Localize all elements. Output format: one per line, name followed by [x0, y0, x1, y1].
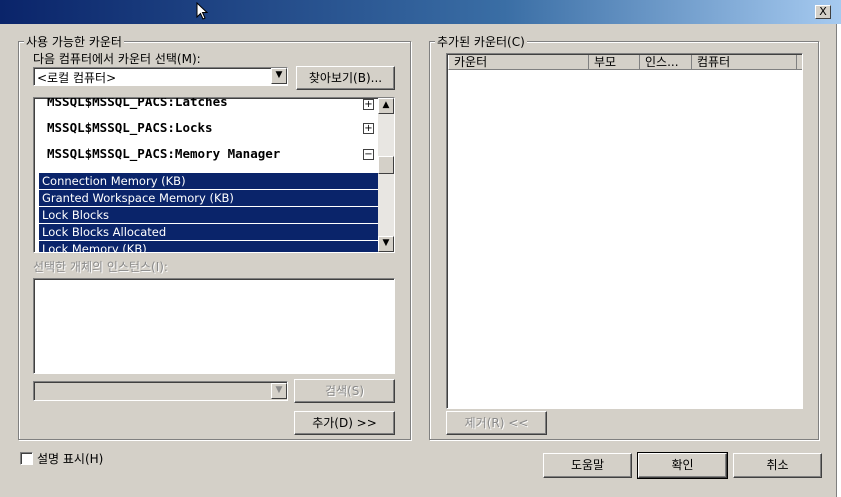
chevron-down-icon[interactable]: ▼	[271, 68, 287, 84]
cancel-button[interactable]: 취소	[733, 453, 822, 478]
collapse-icon[interactable]: −	[363, 149, 374, 160]
counter-list[interactable]: MSSQL$MSSQL_PACS:Latches + MSSQL$MSSQL_P…	[33, 97, 395, 253]
remove-button[interactable]: 제거(R) <<	[446, 411, 547, 435]
help-button[interactable]: 도움말	[543, 453, 632, 478]
counter-item[interactable]: Lock Blocks	[39, 207, 378, 223]
expand-icon[interactable]: +	[363, 99, 374, 110]
column-header-parent[interactable]: 부모	[589, 55, 640, 70]
counter-list-scrollbar[interactable]: ▲ ▼	[378, 98, 394, 252]
column-header-instance[interactable]: 인스...	[640, 55, 692, 70]
object-row-memory-manager[interactable]: MSSQL$MSSQL_PACS:Memory Manager	[47, 146, 280, 161]
show-description-label[interactable]: 설명 표시(H)	[37, 450, 103, 467]
object-row-latches[interactable]: MSSQL$MSSQL_PACS:Latches	[47, 98, 228, 109]
add-button[interactable]: 추가(D) >>	[294, 411, 395, 435]
column-header-computer[interactable]: 컴퓨터	[692, 55, 797, 70]
title-bar[interactable]: X	[0, 0, 841, 24]
object-row-locks[interactable]: MSSQL$MSSQL_PACS:Locks	[47, 120, 213, 135]
browse-button[interactable]: 찾아보기(B)...	[296, 66, 395, 90]
computer-select-label: 다음 컴퓨터에서 카운터 선택(M):	[33, 52, 201, 66]
counter-item[interactable]: Granted Workspace Memory (KB)	[39, 190, 378, 206]
instances-label: 선택한 개체의 인스턴스(I):	[33, 260, 168, 274]
counter-item[interactable]: Lock Blocks Allocated	[39, 224, 378, 240]
search-button[interactable]: 검색(S)	[294, 379, 395, 403]
show-description-checkbox[interactable]	[20, 452, 33, 465]
counter-item[interactable]: Lock Memory (KB)	[39, 241, 378, 252]
column-header-counter[interactable]: 카운터	[448, 55, 589, 70]
computer-combo[interactable]: <로컬 컴퓨터> ▼	[33, 67, 288, 86]
instances-list[interactable]	[33, 278, 395, 374]
expand-icon[interactable]: +	[363, 123, 374, 134]
close-button[interactable]: X	[815, 5, 831, 19]
search-combo: ▼	[33, 381, 288, 401]
available-counters-label: 사용 가능한 카운터	[24, 33, 124, 50]
scroll-up-icon[interactable]: ▲	[378, 98, 394, 114]
chevron-down-icon: ▼	[271, 383, 287, 399]
computer-combo-value: <로컬 컴퓨터>	[37, 71, 117, 85]
mouse-cursor-icon	[196, 2, 208, 20]
added-counters-list[interactable]	[446, 53, 803, 409]
scroll-thumb[interactable]	[378, 156, 394, 174]
column-header-filler	[797, 55, 802, 70]
counter-item[interactable]: Connection Memory (KB)	[39, 173, 378, 189]
window-right-edge	[836, 24, 841, 497]
ok-button[interactable]: 확인	[637, 452, 728, 479]
scroll-down-icon[interactable]: ▼	[378, 236, 394, 252]
added-counters-label: 추가된 카운터(C)	[435, 33, 527, 50]
